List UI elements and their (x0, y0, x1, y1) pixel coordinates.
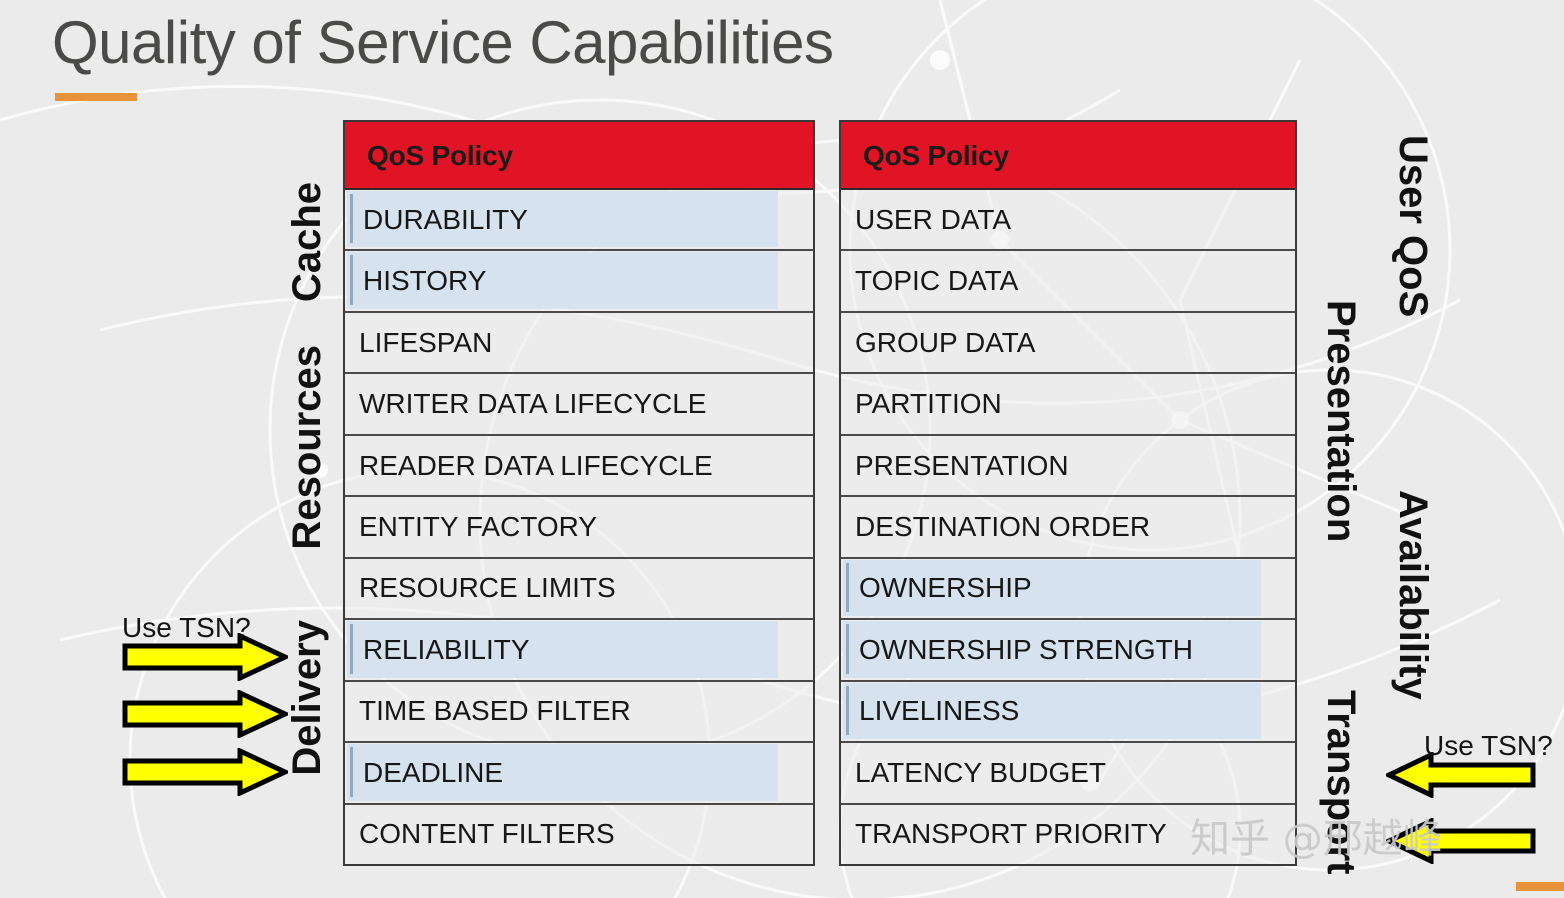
table-row: DURABILITY (345, 190, 813, 252)
qos-policy-name: LIVELINESS (859, 695, 1020, 727)
qos-policy-name: PARTITION (855, 388, 1002, 420)
qos-policy-name: CONTENT FILTERS (359, 818, 615, 850)
table-row: USER DATA (841, 190, 1295, 252)
table-row: TOPIC DATA (841, 251, 1295, 313)
qos-table-right-header: QoS Policy (841, 122, 1295, 190)
corner-accent-bar (1516, 882, 1564, 891)
table-row: OWNERSHIP STRENGTH (841, 620, 1295, 682)
qos-policy-name: LIFESPAN (359, 326, 493, 358)
table-row: WRITER DATA LIFECYCLE (345, 374, 813, 436)
arrow-right-icon-2 (122, 690, 288, 738)
qos-policy-name: RESOURCE LIMITS (359, 572, 616, 604)
qos-policy-name: HISTORY (363, 265, 487, 297)
qos-table-left-rows: DURABILITY HISTORY LIFESPAN WRITER DATA LIF… (345, 190, 813, 864)
qos-policy-name: WRITER DATA LIFECYCLE (359, 388, 707, 420)
table-row: RELIABILITY (345, 620, 813, 682)
qos-policy-name: OWNERSHIP STRENGTH (859, 633, 1193, 665)
qos-policy-name: LATENCY BUDGET (855, 756, 1107, 788)
category-label-delivery: Delivery (285, 620, 329, 776)
table-row: TIME BASED FILTER (345, 681, 813, 744)
qos-table-left-header: QoS Policy (345, 122, 813, 190)
table-row: DEADLINE (345, 743, 813, 805)
watermark: 知乎 @邢越峰 (1190, 816, 1443, 862)
category-label-resources: Resources (285, 345, 329, 550)
table-row: LATENCY BUDGET (841, 743, 1295, 805)
qos-policy-name: ENTITY FACTORY (359, 510, 598, 542)
table-row: ENTITY FACTORY (345, 497, 813, 559)
qos-policy-name: OWNERSHIP (859, 572, 1032, 604)
qos-policy-name: USER DATA (855, 203, 1012, 235)
category-label-cache: Cache (285, 182, 329, 303)
title-accent-bar (55, 93, 137, 101)
qos-policy-name: DEADLINE (363, 756, 504, 788)
table-row: RESOURCE LIMITS (345, 558, 813, 621)
table-row: PRESENTATION (841, 435, 1295, 498)
qos-policy-name: TOPIC DATA (855, 265, 1019, 297)
qos-policy-name: READER DATA LIFECYCLE (359, 449, 713, 481)
category-label-user-qos: User QoS (1391, 135, 1435, 318)
table-row: DESTINATION ORDER (841, 497, 1295, 559)
table-row: HISTORY (345, 251, 813, 313)
page-title: Quality of Service Capabilities (52, 9, 834, 76)
qos-policy-name: PRESENTATION (855, 449, 1069, 481)
table-row: PARTITION (841, 374, 1295, 436)
category-label-availability: Availability (1391, 490, 1435, 700)
qos-policy-name: TRANSPORT PRIORITY (855, 818, 1167, 850)
table-row: LIVELINESS (841, 681, 1295, 744)
qos-policy-name: GROUP DATA (855, 326, 1036, 358)
table-row: OWNERSHIP (841, 558, 1295, 621)
table-row: LIFESPAN (345, 312, 813, 375)
qos-table-left: QoS Policy DURABILITY HISTORY LIFESPAN WRIT… (343, 120, 815, 866)
qos-policy-name: DESTINATION ORDER (855, 510, 1151, 542)
qos-policy-name: RELIABILITY (363, 633, 530, 665)
annotation-label-use-tsn-right: Use TSN? (1424, 730, 1553, 761)
table-row: CONTENT FILTERS (345, 804, 813, 864)
table-row: GROUP DATA (841, 312, 1295, 375)
annotation-label-use-tsn-left: Use TSN? (122, 612, 251, 643)
table-row: READER DATA LIFECYCLE (345, 435, 813, 498)
qos-policy-name: TIME BASED FILTER (359, 695, 631, 727)
arrow-right-icon-3 (122, 748, 288, 796)
qos-table-right-rows: USER DATA TOPIC DATA GROUP DATA PARTITION PR… (841, 190, 1295, 864)
category-label-presentation: Presentation (1319, 300, 1363, 543)
qos-table-right: QoS Policy USER DATA TOPIC DATA GROUP DATA… (839, 120, 1297, 866)
qos-policy-name: DURABILITY (363, 203, 528, 235)
